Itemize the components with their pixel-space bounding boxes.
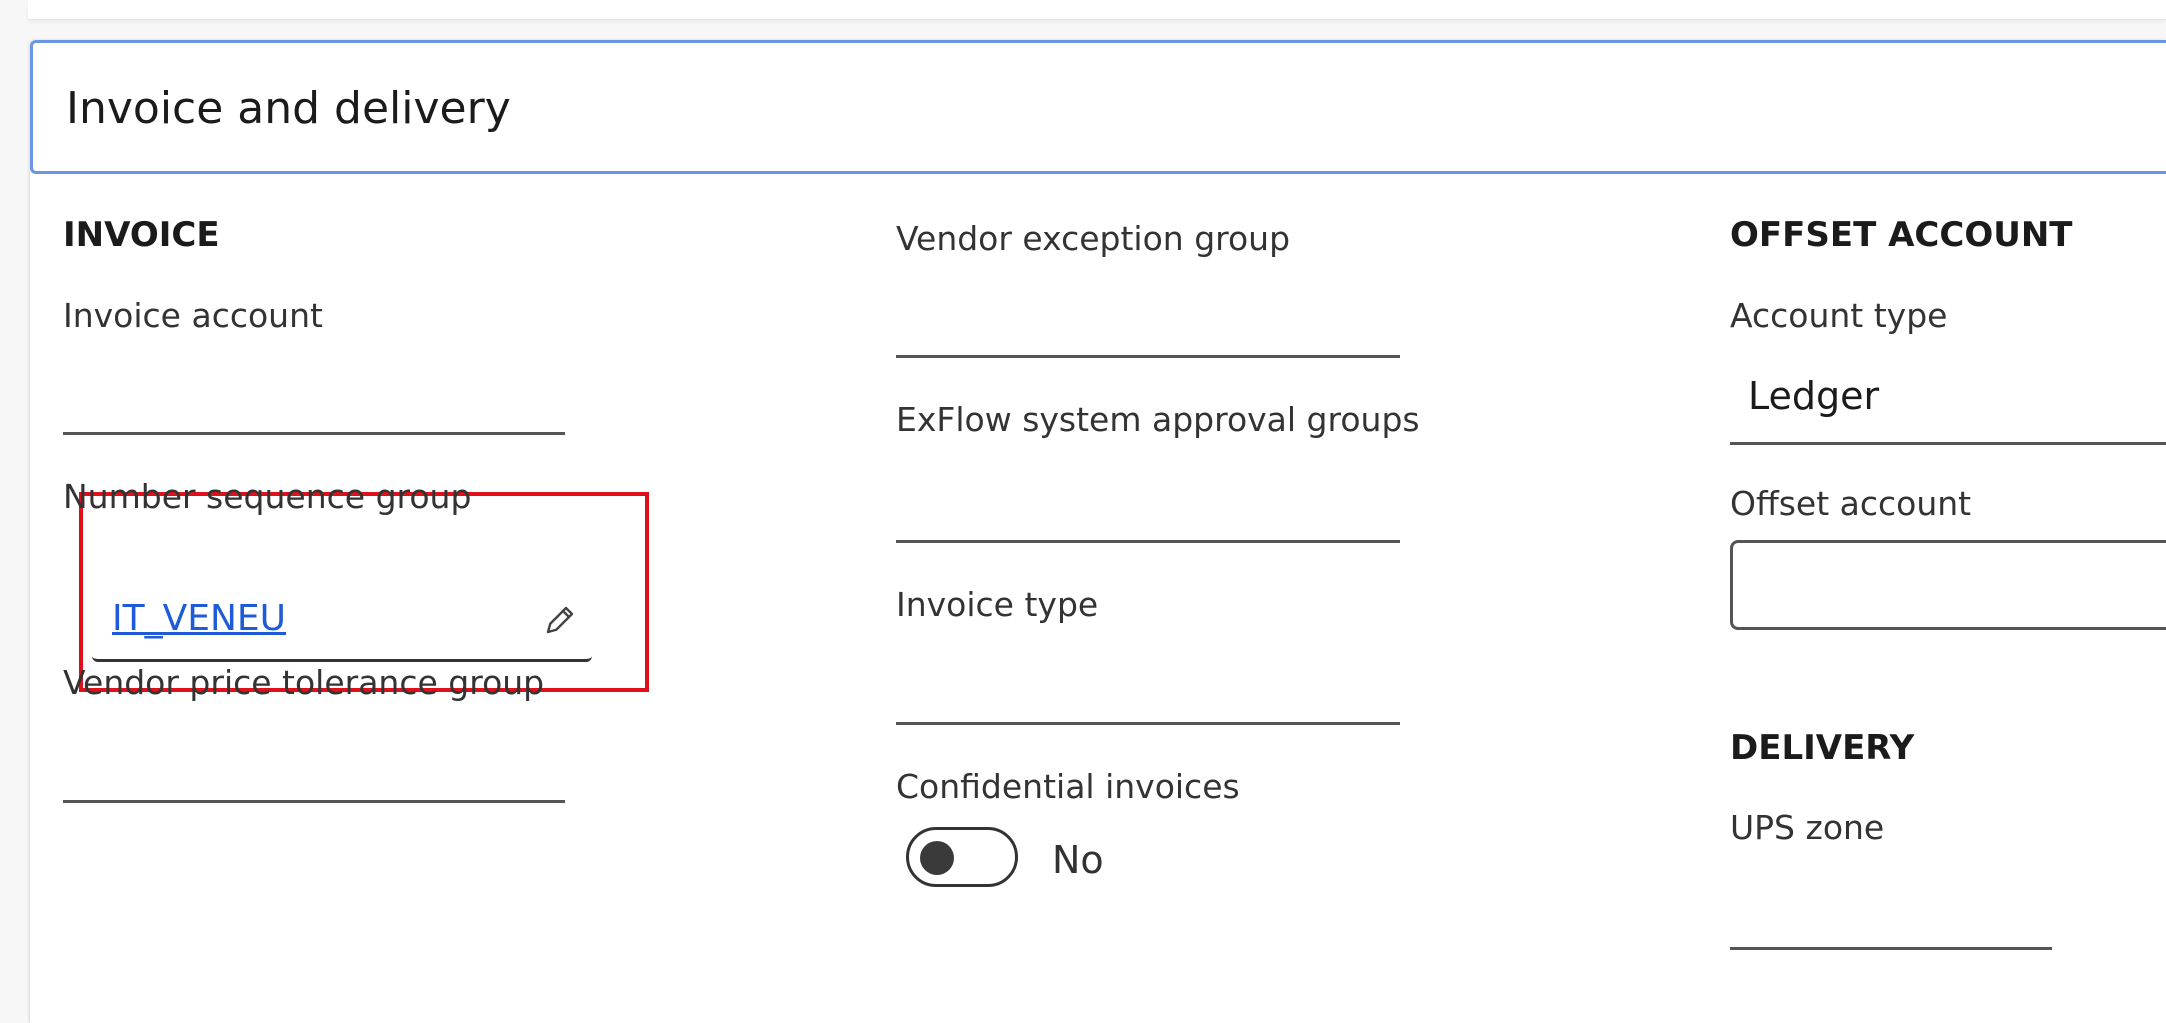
toggle-knob (920, 841, 954, 875)
number-sequence-group-label: Number sequence group (63, 477, 472, 516)
invoice-delivery-panel: Invoice and delivery INVOICE Invoice acc… (30, 40, 2166, 1023)
exflow-approval-groups-label: ExFlow system approval groups (896, 400, 1420, 439)
top-strip (28, 0, 2166, 20)
section-header[interactable]: Invoice and delivery (30, 40, 2166, 174)
invoice-heading: INVOICE (63, 215, 220, 255)
delivery-heading: DELIVERY (1730, 728, 1915, 768)
pencil-icon[interactable] (542, 602, 578, 638)
section-title: Invoice and delivery (66, 83, 511, 134)
vendor-price-tolerance-group-field[interactable] (63, 800, 565, 803)
ups-zone-field[interactable] (1730, 947, 2052, 950)
invoice-type-field[interactable] (896, 722, 1400, 725)
account-type-label: Account type (1730, 296, 1948, 335)
number-sequence-group-field[interactable]: IT_VENEU (92, 588, 592, 662)
vendor-exception-group-label: Vendor exception group (896, 219, 1291, 258)
invoice-account-label: Invoice account (63, 296, 323, 335)
ups-zone-label: UPS zone (1730, 808, 1885, 847)
account-type-value[interactable]: Ledger (1748, 374, 1879, 418)
vendor-exception-group-field[interactable] (896, 355, 1400, 358)
offset-account-input[interactable] (1730, 540, 2166, 630)
number-sequence-group-link[interactable]: IT_VENEU (112, 598, 286, 639)
vendor-price-tolerance-group-label: Vendor price tolerance group (63, 663, 545, 702)
confidential-invoices-label: Confidential invoices (896, 767, 1240, 806)
exflow-approval-groups-field[interactable] (896, 540, 1400, 543)
offset-account-heading: OFFSET ACCOUNT (1730, 215, 2073, 255)
account-type-field[interactable] (1730, 442, 2166, 445)
offset-account-label: Offset account (1730, 484, 1972, 523)
confidential-invoices-toggle[interactable] (906, 827, 1018, 887)
invoice-type-label: Invoice type (896, 585, 1099, 624)
confidential-invoices-state: No (1052, 838, 1104, 882)
invoice-account-field[interactable] (63, 432, 565, 435)
